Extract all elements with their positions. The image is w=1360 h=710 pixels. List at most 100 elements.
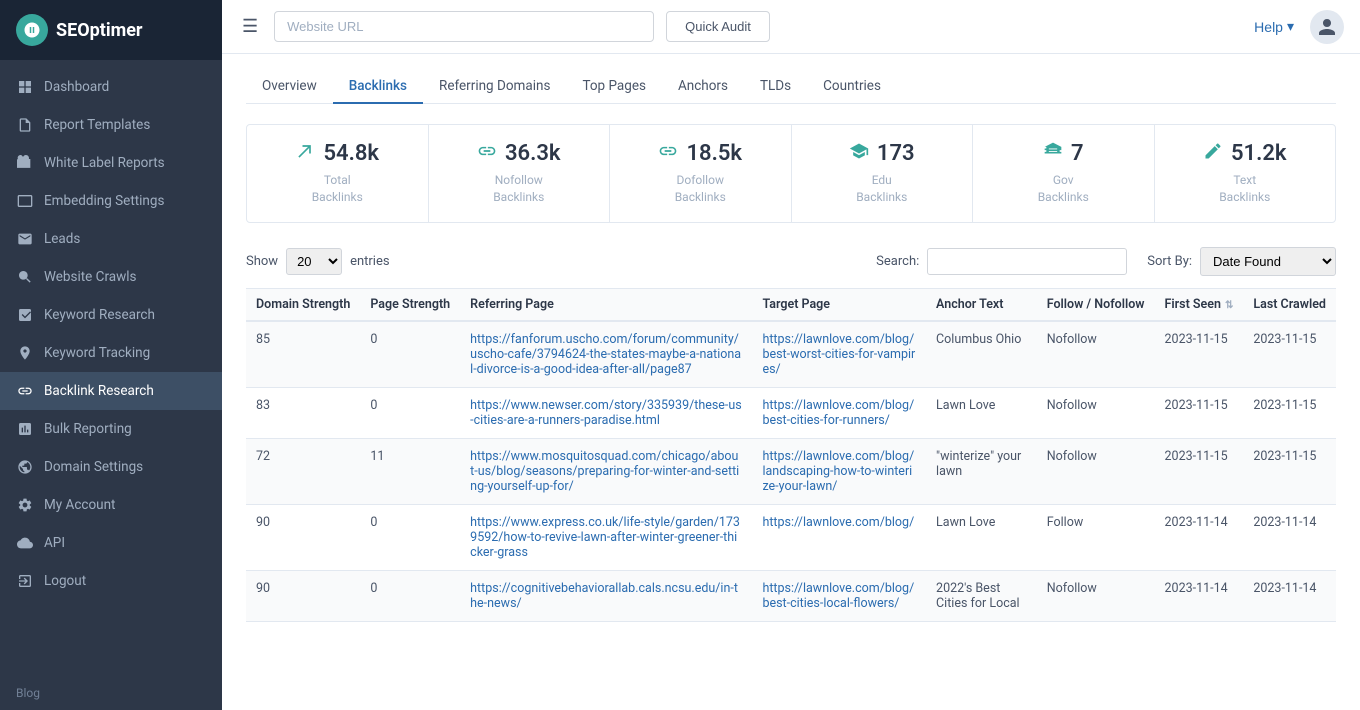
sidebar-item-my-account[interactable]: My Account (0, 486, 222, 524)
sidebar-item-label-keyword-research: Keyword Research (44, 307, 155, 323)
my-account-icon (16, 496, 34, 514)
domain-strength-cell: 90 (246, 570, 360, 621)
report-templates-icon (16, 116, 34, 134)
referring-page-cell[interactable]: https://www.newser.com/story/335939/thes… (460, 387, 752, 438)
referring-page-cell[interactable]: https://cognitivebehaviorallab.cals.ncsu… (460, 570, 752, 621)
col-header-anchor-text: Anchor Text (926, 288, 1037, 321)
sidebar-item-white-label-reports[interactable]: White Label Reports (0, 144, 222, 182)
target-page-cell-link[interactable]: https://lawnlove.com/blog/landscaping-ho… (762, 449, 914, 494)
sidebar-item-dashboard[interactable]: Dashboard (0, 68, 222, 106)
anchor-text-cell: 2022's Best Cities for Local (926, 570, 1037, 621)
white-label-reports-icon (16, 154, 34, 172)
leads-icon (16, 230, 34, 248)
entries-select[interactable]: 102050100 (286, 248, 342, 275)
referring-page-cell[interactable]: https://fanforum.uscho.com/forum/communi… (460, 321, 752, 388)
sidebar-item-backlink-research[interactable]: Backlink Research (0, 372, 222, 410)
table-row: 900https://www.express.co.uk/life-style/… (246, 504, 1336, 570)
tab-backlinks[interactable]: Backlinks (333, 70, 423, 104)
table-row: 830https://www.newser.com/story/335939/t… (246, 387, 1336, 438)
stats-row: 54.8k TotalBacklinks 36.3k NofollowBackl… (246, 124, 1336, 223)
user-avatar[interactable] (1310, 10, 1344, 44)
target-page-cell-link[interactable]: https://lawnlove.com/blog/ (762, 515, 914, 530)
sidebar-item-label-my-account: My Account (44, 497, 115, 513)
target-page-cell[interactable]: https://lawnlove.com/blog/best-worst-cit… (752, 321, 926, 388)
last-crawled-cell: 2023-11-15 (1243, 321, 1336, 388)
referring-page-cell-link[interactable]: https://www.mosquitosquad.com/chicago/ab… (470, 449, 739, 494)
stat-icon-text-backlinks (1203, 141, 1223, 166)
stat-value-gov-backlinks: 7 (993, 141, 1134, 166)
domain-settings-icon (16, 458, 34, 476)
col-header-first-seen[interactable]: First Seen⇅ (1155, 288, 1244, 321)
tab-anchors[interactable]: Anchors (662, 70, 744, 104)
follow-nofollow-cell: Follow (1037, 504, 1155, 570)
target-page-cell[interactable]: https://lawnlove.com/blog/best-cities-fo… (752, 387, 926, 438)
logo-text: SEOptimer (56, 20, 143, 41)
target-page-cell[interactable]: https://lawnlove.com/blog/landscaping-ho… (752, 438, 926, 504)
tab-top-pages[interactable]: Top Pages (566, 70, 662, 104)
target-page-cell-link[interactable]: https://lawnlove.com/blog/best-cities-fo… (762, 398, 914, 428)
referring-page-cell-link[interactable]: https://cognitivebehaviorallab.cals.ncsu… (470, 581, 738, 611)
target-page-cell[interactable]: https://lawnlove.com/blog/ (752, 504, 926, 570)
search-input[interactable] (927, 248, 1127, 275)
target-page-cell-link[interactable]: https://lawnlove.com/blog/best-worst-cit… (762, 332, 915, 377)
dashboard-icon (16, 78, 34, 96)
referring-page-cell-link[interactable]: https://www.newser.com/story/335939/thes… (470, 398, 742, 428)
stat-icon-nofollow-backlinks (477, 141, 497, 166)
sidebar-item-label-logout: Logout (44, 573, 86, 589)
sidebar-item-logout[interactable]: Logout (0, 562, 222, 600)
sidebar-item-report-templates[interactable]: Report Templates (0, 106, 222, 144)
entries-label: entries (350, 254, 390, 269)
page-strength-cell: 11 (360, 438, 460, 504)
sidebar-item-keyword-research[interactable]: Keyword Research (0, 296, 222, 334)
follow-nofollow-cell: Nofollow (1037, 438, 1155, 504)
sidebar-item-website-crawls[interactable]: Website Crawls (0, 258, 222, 296)
target-page-cell[interactable]: https://lawnlove.com/blog/best-cities-lo… (752, 570, 926, 621)
stat-value-total-backlinks: 54.8k (267, 141, 408, 166)
sidebar-item-leads[interactable]: Leads (0, 220, 222, 258)
tab-countries[interactable]: Countries (807, 70, 897, 104)
referring-page-cell[interactable]: https://www.express.co.uk/life-style/gar… (460, 504, 752, 570)
table-row: 900https://cognitivebehaviorallab.cals.n… (246, 570, 1336, 621)
referring-page-cell-link[interactable]: https://fanforum.uscho.com/forum/communi… (470, 332, 741, 377)
hamburger-button[interactable]: ☰ (238, 12, 262, 41)
tab-referring-domains[interactable]: Referring Domains (423, 70, 566, 104)
tabs: OverviewBacklinksReferring DomainsTop Pa… (246, 70, 1336, 104)
tab-overview[interactable]: Overview (246, 70, 333, 104)
sidebar: SEOptimer Dashboard Report Templates Whi… (0, 0, 222, 710)
search-label: Search: (876, 254, 919, 269)
domain-strength-cell: 85 (246, 321, 360, 388)
stat-edu-backlinks: 173 EduBacklinks (792, 125, 974, 222)
sort-select[interactable]: Date FoundDomain StrengthPage Strength (1200, 247, 1336, 276)
sidebar-logo[interactable]: SEOptimer (0, 0, 222, 60)
sidebar-item-label-leads: Leads (44, 231, 80, 247)
stat-value-nofollow-backlinks: 36.3k (449, 141, 590, 166)
sidebar-item-bulk-reporting[interactable]: Bulk Reporting (0, 410, 222, 448)
backlinks-table: Domain StrengthPage StrengthReferring Pa… (246, 288, 1336, 622)
sidebar-item-embedding-settings[interactable]: Embedding Settings (0, 182, 222, 220)
last-crawled-cell: 2023-11-14 (1243, 504, 1336, 570)
col-header-target-page: Target Page (752, 288, 926, 321)
stat-value-edu-backlinks: 173 (812, 141, 953, 166)
page-strength-cell: 0 (360, 321, 460, 388)
sidebar-item-keyword-tracking[interactable]: Keyword Tracking (0, 334, 222, 372)
tab-tlds[interactable]: TLDs (744, 70, 807, 104)
sidebar-blog-link[interactable]: Blog (0, 676, 222, 710)
target-page-cell-link[interactable]: https://lawnlove.com/blog/best-cities-lo… (762, 581, 914, 611)
stat-label-edu-backlinks: EduBacklinks (812, 172, 953, 206)
sidebar-item-api[interactable]: API (0, 524, 222, 562)
referring-page-cell-link[interactable]: https://www.express.co.uk/life-style/gar… (470, 515, 740, 560)
main-content: ☰ Quick Audit Help ▾ OverviewBacklinksRe… (222, 0, 1360, 710)
sidebar-item-label-api: API (44, 535, 65, 551)
bulk-reporting-icon (16, 420, 34, 438)
col-header-last-crawled: Last Crawled (1243, 288, 1336, 321)
last-crawled-cell: 2023-11-15 (1243, 438, 1336, 504)
anchor-text-cell: Lawn Love (926, 387, 1037, 438)
first-seen-cell: 2023-11-14 (1155, 504, 1244, 570)
url-input[interactable] (274, 11, 654, 42)
sidebar-item-domain-settings[interactable]: Domain Settings (0, 448, 222, 486)
stat-gov-backlinks: 7 GovBacklinks (973, 125, 1155, 222)
quick-audit-button[interactable]: Quick Audit (666, 11, 770, 42)
referring-page-cell[interactable]: https://www.mosquitosquad.com/chicago/ab… (460, 438, 752, 504)
help-button[interactable]: Help ▾ (1254, 18, 1294, 35)
stat-text-backlinks: 51.2k TextBacklinks (1155, 125, 1336, 222)
